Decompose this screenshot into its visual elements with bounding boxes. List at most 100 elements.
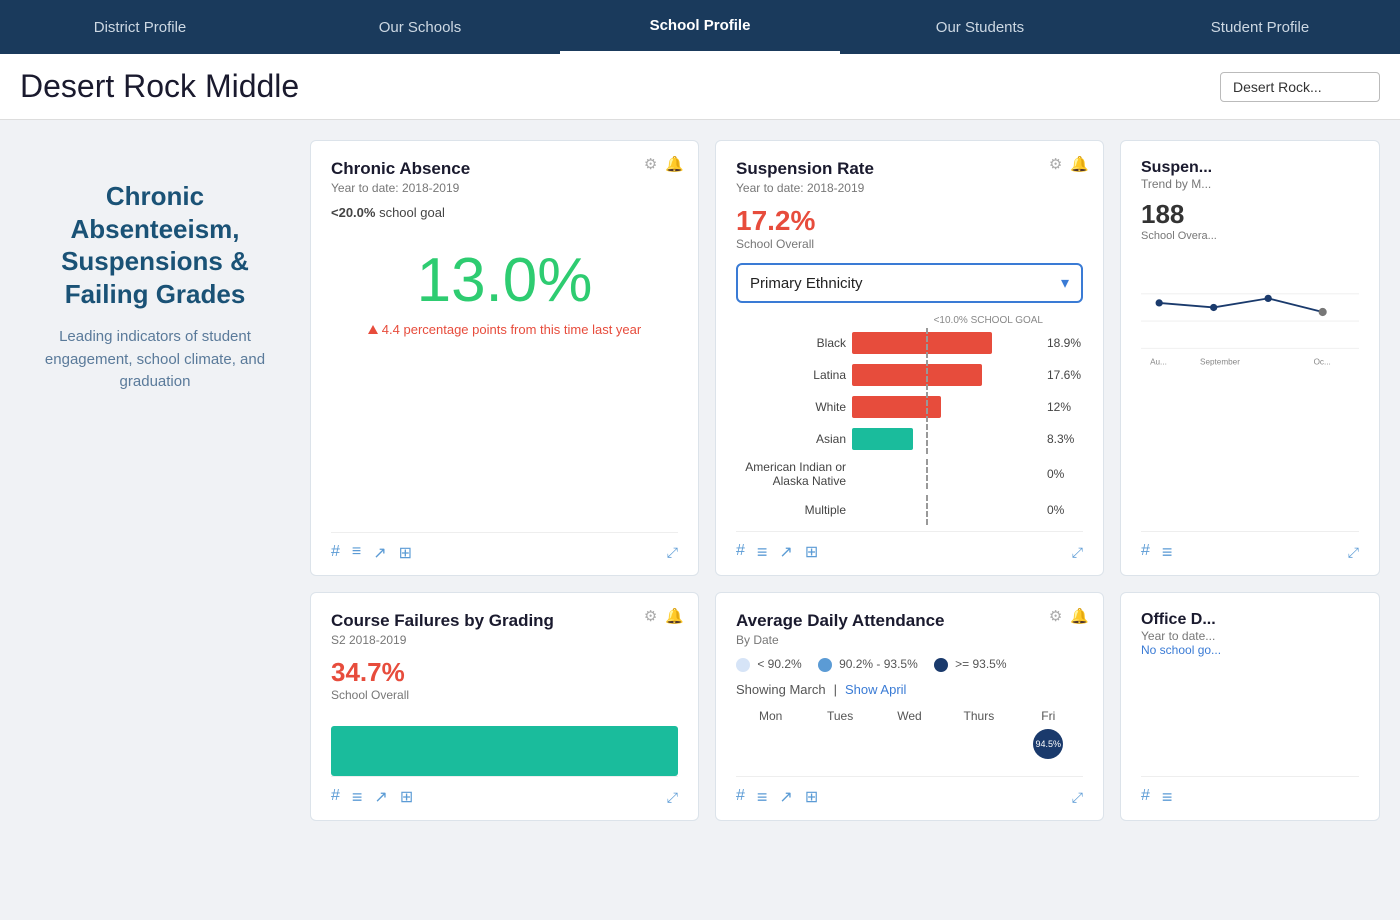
settings-icon[interactable]: ⚙	[644, 607, 657, 625]
chronic-absence-card-icons[interactable]: ⚙ 🔔	[644, 155, 684, 173]
office-d-icons-row: # ≡	[1141, 776, 1359, 808]
nav-school-profile[interactable]: School Profile	[560, 0, 840, 54]
card-view-icons: # ≡ ↗ ⊞	[331, 543, 412, 563]
navigation: District Profile Our Schools School Prof…	[0, 0, 1400, 54]
trend-line-icon[interactable]: ↗	[373, 543, 386, 563]
primary-ethnicity-dropdown[interactable]: Primary Ethnicity ▾	[736, 263, 1083, 303]
suspension-icons-row: # ≡ ↗ ⊞ ⤢	[736, 531, 1083, 563]
bar-row: White12%	[736, 396, 1083, 418]
hashtag-icon[interactable]: #	[736, 542, 745, 563]
trend-line-icon[interactable]: ↗	[779, 542, 792, 563]
trend-line-icon[interactable]: ↗	[374, 787, 387, 808]
bar-wrapper	[852, 428, 1037, 450]
bar-row: Latina 17.6%	[736, 364, 1083, 386]
bar-chart-icon[interactable]: ≡	[757, 787, 768, 808]
goal-dashed-line	[926, 328, 928, 358]
nav-student-profile[interactable]: Student Profile	[1120, 0, 1400, 54]
chronic-absence-subtitle: Year to date: 2018-2019	[331, 181, 678, 195]
ada-title: Average Daily Attendance	[736, 611, 1083, 631]
bell-icon[interactable]: 🔔	[665, 607, 684, 625]
bar-label: Multiple	[736, 503, 846, 517]
bar-value-label: 8.3%	[1047, 432, 1083, 446]
bell-icon[interactable]: 🔔	[1070, 607, 1089, 625]
suspension-bar-chart: <10.0% SCHOOL GOAL Black18.9%Latina17.6%…	[736, 315, 1083, 531]
grid-chart-icon[interactable]: ⊞	[805, 787, 818, 808]
bar-value-label: 0%	[1047, 503, 1083, 517]
calendar-cell-empty4	[944, 729, 1013, 759]
day-tues: Tues	[805, 709, 874, 723]
chronic-absence-title: Chronic Absence	[331, 159, 678, 179]
bar-wrapper	[852, 499, 1037, 521]
settings-icon[interactable]: ⚙	[1049, 155, 1062, 173]
suspension-rate-card: ⚙ 🔔 Suspension Rate Year to date: 2018-2…	[715, 140, 1104, 576]
nav-our-students[interactable]: Our Students	[840, 0, 1120, 54]
course-failures-overall: School Overall	[331, 688, 678, 702]
bar-label: American Indian or Alaska Native	[736, 460, 846, 489]
course-failures-value: 34.7%	[331, 657, 678, 688]
ada-card-icons[interactable]: ⚙ 🔔	[1049, 607, 1089, 625]
expand-icon[interactable]: ⤢	[1348, 544, 1359, 561]
expand-icon[interactable]: ⤢	[667, 544, 678, 561]
trend-line-chart: Au... September Oc...	[1141, 252, 1359, 377]
page-title: Desert Rock Middle	[20, 68, 299, 105]
day-thurs: Thurs	[944, 709, 1013, 723]
grid-chart-icon[interactable]: ⊞	[400, 787, 413, 808]
suspension-rate-subtitle: Year to date: 2018-2019	[736, 181, 1083, 195]
calendar-header: Mon Tues Wed Thurs Fri	[736, 709, 1083, 723]
nav-our-schools[interactable]: Our Schools	[280, 0, 560, 54]
bell-icon[interactable]: 🔔	[1070, 155, 1089, 173]
school-selector[interactable]: Desert Rock...	[1220, 72, 1380, 102]
hashtag-icon[interactable]: #	[331, 543, 340, 563]
settings-icon[interactable]: ⚙	[644, 155, 657, 173]
course-failures-card-icons[interactable]: ⚙ 🔔	[644, 607, 684, 625]
card-view-icons: # ≡ ↗ ⊞	[736, 542, 818, 563]
grid-chart-icon[interactable]: ⊞	[399, 543, 412, 563]
trend-line-icon[interactable]: ↗	[779, 787, 792, 808]
bell-icon[interactable]: 🔔	[665, 155, 684, 173]
showing-march-label: Showing March	[736, 682, 826, 697]
suspension-rate-title: Suspension Rate	[736, 159, 1083, 179]
hashtag-icon[interactable]: #	[736, 787, 745, 808]
bar-chart-icon[interactable]: ≡	[352, 543, 361, 563]
chronic-absence-value: 13.0%	[331, 250, 678, 312]
bar-chart-icon[interactable]: ≡	[1162, 542, 1173, 563]
suspension-rate-card-icons[interactable]: ⚙ 🔔	[1049, 155, 1089, 173]
bar-label: Black	[736, 336, 846, 350]
ada-legend: < 90.2% 90.2% - 93.5% >= 93.5%	[736, 657, 1083, 672]
average-daily-attendance-card: ⚙ 🔔 Average Daily Attendance By Date < 9…	[715, 592, 1104, 821]
bar-row: Multiple 0%	[736, 499, 1083, 521]
chronic-absence-icons-row: # ≡ ↗ ⊞ ⤢	[331, 532, 678, 563]
bar-fill	[852, 332, 992, 354]
nav-district-profile[interactable]: District Profile	[0, 0, 280, 54]
settings-icon[interactable]: ⚙	[1049, 607, 1062, 625]
day-mon: Mon	[736, 709, 805, 723]
goal-dashed-line	[926, 459, 928, 489]
grid-chart-icon[interactable]: ⊞	[805, 542, 818, 563]
expand-icon[interactable]: ⤢	[667, 789, 678, 806]
bar-row: American Indian or Alaska Native0%	[736, 460, 1083, 489]
bar-label: Latina	[736, 368, 846, 382]
hashtag-icon[interactable]: #	[331, 787, 340, 808]
course-failures-title: Course Failures by Grading	[331, 611, 678, 631]
suspension-trend-subtitle: Trend by M...	[1141, 177, 1359, 191]
chevron-down-icon: ▾	[1061, 273, 1069, 293]
bar-chart-icon[interactable]: ≡	[352, 787, 363, 808]
arrow-up-icon	[368, 325, 378, 334]
calendar-cell-empty3	[875, 729, 944, 759]
hashtag-icon[interactable]: #	[1141, 787, 1150, 808]
trend-overall-label: School Overa...	[1141, 230, 1359, 242]
show-april-link[interactable]: Show April	[845, 682, 906, 697]
bar-chart-icon[interactable]: ≡	[1162, 787, 1173, 808]
goal-line-label: <10.0% SCHOOL GOAL	[736, 315, 1083, 326]
chronic-absence-card: ⚙ 🔔 Chronic Absence Year to date: 2018-2…	[310, 140, 699, 576]
expand-icon[interactable]: ⤢	[1072, 544, 1083, 561]
bar-chart-icon[interactable]: ≡	[757, 542, 768, 563]
bar-wrapper	[852, 463, 1037, 485]
hashtag-icon[interactable]: #	[1141, 542, 1150, 563]
bar-value-label: 17.6%	[1047, 368, 1083, 382]
no-school-goal-link[interactable]: No school go...	[1141, 643, 1359, 657]
goal-dashed-line	[926, 424, 928, 454]
ada-subtitle: By Date	[736, 633, 1083, 647]
legend-dot-mid	[818, 658, 832, 672]
expand-icon[interactable]: ⤢	[1072, 789, 1083, 806]
